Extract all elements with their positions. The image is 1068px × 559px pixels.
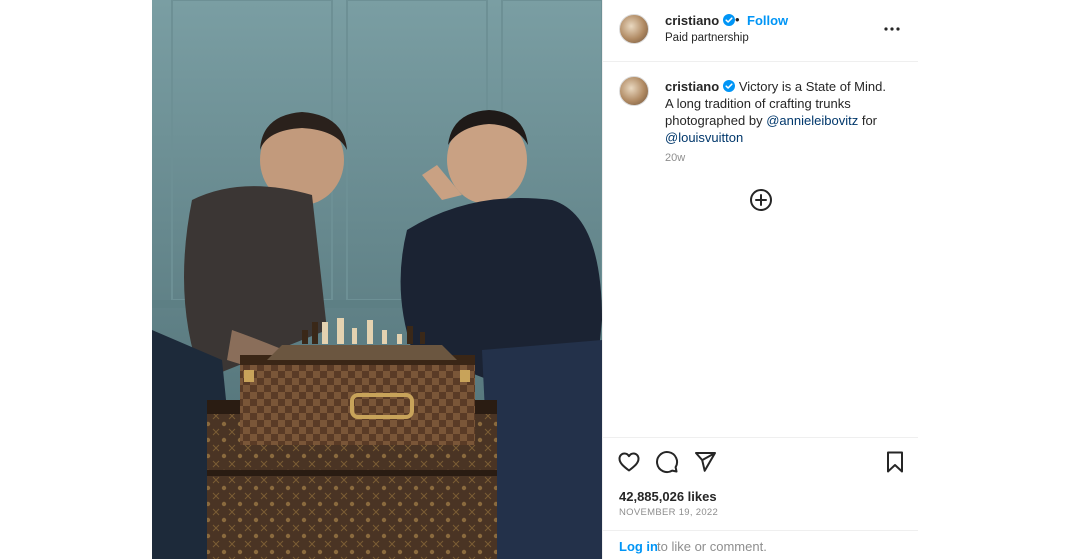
send-icon[interactable] (693, 450, 717, 474)
post-photo[interactable] (152, 0, 602, 559)
login-prompt-text: to like or comment. (657, 539, 767, 554)
verified-badge-icon (723, 14, 736, 26)
paid-partnership-label[interactable]: Paid partnership (665, 32, 749, 44)
post-date[interactable]: NOVEMBER 19, 2022 (619, 507, 718, 518)
avatar[interactable] (619, 14, 649, 44)
login-prompt: Log in to like or comment. (603, 530, 918, 559)
caption-line-1: Victory is a State of Mind. (738, 79, 886, 94)
username-text[interactable]: cristiano (665, 13, 719, 28)
follow-button[interactable]: Follow (747, 13, 788, 28)
likes-count[interactable]: 42,885,026 likes (619, 489, 717, 504)
post-sidebar: cristiano • Follow Paid partnership cris… (602, 0, 918, 559)
post-age[interactable]: 20w (665, 152, 685, 164)
caption-text: cristiano Victory is a State of Mind. A … (665, 78, 905, 146)
login-link[interactable]: Log in (619, 539, 658, 554)
caption-username[interactable]: cristiano (665, 79, 719, 94)
instagram-post: cristiano • Follow Paid partnership cris… (152, 0, 918, 559)
more-horizontal-icon[interactable] (883, 20, 901, 38)
username-link[interactable]: cristiano (665, 13, 736, 28)
mention-louisvuitton[interactable]: @louisvuitton (665, 130, 743, 145)
chess-photo-illustration (152, 0, 602, 559)
verified-badge-icon (723, 80, 736, 92)
caption-line-3: photographed by (665, 113, 763, 128)
caption-line-4: for (861, 113, 877, 128)
comment-icon[interactable] (655, 450, 679, 474)
mention-annieleibovitz[interactable]: @annieleibovitz (766, 113, 858, 128)
bookmark-icon[interactable] (883, 450, 907, 474)
action-bar (603, 437, 918, 485)
add-circle-icon[interactable] (749, 188, 773, 212)
heart-icon[interactable] (617, 450, 641, 474)
post-header: cristiano • Follow Paid partnership (603, 0, 918, 62)
caption-avatar[interactable] (619, 76, 649, 106)
caption-line-2: A long tradition of crafting trunks (665, 96, 851, 111)
separator-dot: • (735, 12, 740, 27)
